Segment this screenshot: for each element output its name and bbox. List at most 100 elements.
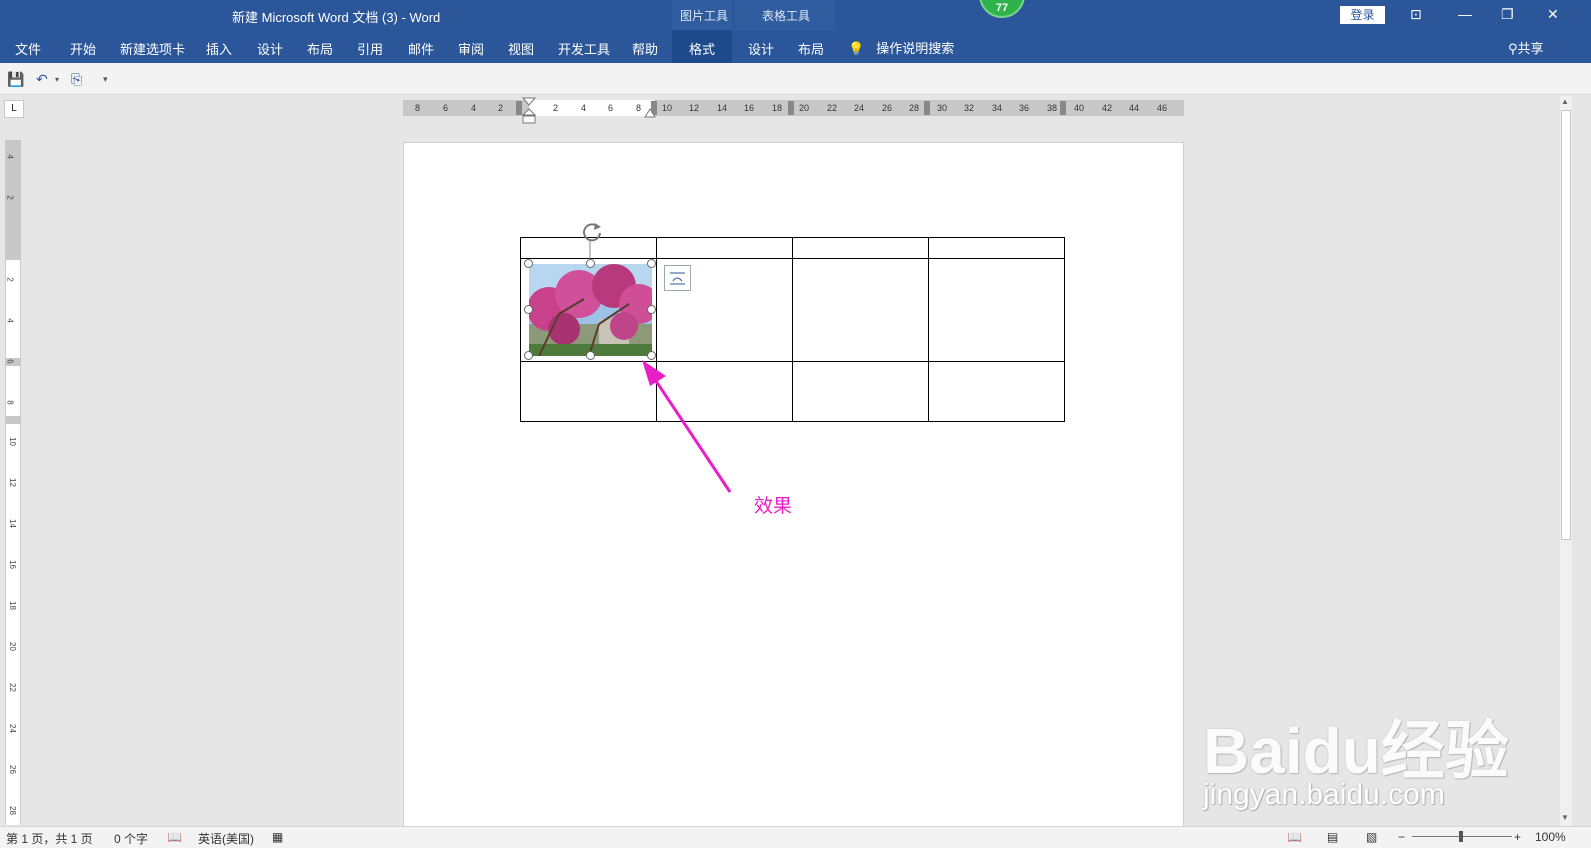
tab-table-design[interactable]: 设计	[748, 39, 774, 58]
selected-picture[interactable]	[529, 264, 652, 356]
table-cell[interactable]	[928, 237, 1065, 259]
tell-me-search[interactable]: 💡 操作说明搜索	[848, 38, 954, 57]
tab-insert[interactable]: 插入	[206, 39, 232, 58]
picture-tools-group: 图片工具	[672, 0, 732, 30]
h-ruler-label: 2	[498, 103, 504, 113]
window-title: 新建 Microsoft Word 文档 (3) - Word	[232, 10, 441, 25]
h-ruler-label: 8	[415, 103, 421, 113]
column-marker[interactable]	[788, 101, 794, 115]
v-ruler-label: 6	[5, 359, 15, 364]
v-ruler-label: 8	[5, 400, 15, 405]
tab-table-layout[interactable]: 布局	[798, 39, 824, 58]
v-ruler-label: 24	[7, 724, 17, 733]
share-label: 共享	[1517, 41, 1544, 56]
undo-icon[interactable]: ↶	[36, 71, 48, 88]
v-ruler-label: 4	[5, 154, 15, 159]
tab-developer[interactable]: 开发工具	[558, 39, 610, 58]
h-ruler-label: 34	[992, 103, 1003, 113]
table-tools-label: 表格工具	[762, 9, 811, 23]
resize-handle[interactable]	[586, 259, 595, 268]
scrollbar-thumb[interactable]	[1561, 110, 1571, 540]
resize-handle[interactable]	[524, 259, 533, 268]
undo-dropdown-icon[interactable]: ▾	[55, 75, 59, 84]
h-ruler-label: 36	[1019, 103, 1030, 113]
share-button[interactable]: ⚲共享	[1508, 38, 1544, 57]
print-layout-icon[interactable]: ▤	[1327, 830, 1338, 844]
h-ruler-label: 14	[717, 103, 728, 113]
v-ruler-label: 18	[7, 601, 17, 610]
zoom-out-icon[interactable]: −	[1398, 830, 1405, 844]
tab-picture-format[interactable]: 格式	[672, 30, 732, 63]
close-icon[interactable]: ✕	[1547, 6, 1559, 23]
tab-new-tab[interactable]: 新建选项卡	[120, 39, 185, 58]
read-mode-icon[interactable]: 📖	[1287, 830, 1302, 844]
tab-layout[interactable]: 布局	[307, 39, 333, 58]
table-cell[interactable]	[792, 361, 929, 422]
tab-mailings[interactable]: 邮件	[408, 39, 434, 58]
h-ruler-label: 38	[1047, 103, 1058, 113]
table-cell[interactable]	[792, 237, 929, 259]
v-ruler-label: 16	[7, 560, 17, 569]
resize-handle[interactable]	[524, 351, 533, 360]
proofing-icon[interactable]: 📖	[167, 830, 182, 844]
h-ruler-label: 30	[937, 103, 948, 113]
table-cell[interactable]	[656, 237, 793, 259]
resize-handle[interactable]	[586, 351, 595, 360]
minimize-icon[interactable]: —	[1458, 6, 1472, 22]
tab-references[interactable]: 引用	[357, 39, 383, 58]
layout-options-button[interactable]	[664, 265, 691, 291]
zoom-in-icon[interactable]: +	[1514, 830, 1521, 844]
tab-file[interactable]: 文件	[15, 39, 41, 58]
zoom-level[interactable]: 100%	[1535, 830, 1566, 844]
resize-handle[interactable]	[647, 305, 656, 314]
ribbon-display-icon[interactable]: ⊡	[1410, 6, 1422, 23]
notification-badge[interactable]: 77	[979, 0, 1025, 18]
login-button[interactable]: 登录	[1340, 6, 1385, 24]
resize-handle[interactable]	[647, 259, 656, 268]
table-tools-group: 表格工具	[735, 0, 835, 30]
table-cell[interactable]	[928, 258, 1065, 362]
h-ruler-label: 6	[608, 103, 614, 113]
zoom-slider-thumb[interactable]	[1459, 831, 1463, 842]
tab-home[interactable]: 开始	[70, 39, 96, 58]
language-indicator[interactable]: 英语(美国)	[198, 830, 254, 847]
h-ruler-label: 4	[581, 103, 587, 113]
word-count[interactable]: 0 个字	[114, 830, 148, 847]
page-count[interactable]: 第 1 页，共 1 页	[6, 830, 93, 847]
v-ruler-label: 28	[7, 806, 17, 815]
h-ruler-label: 24	[854, 103, 865, 113]
column-marker[interactable]	[1060, 101, 1066, 115]
h-ruler-label: 18	[772, 103, 783, 113]
restore-icon[interactable]: ❐	[1501, 6, 1514, 23]
h-ruler-label: 32	[964, 103, 975, 113]
h-ruler-label: 40	[1074, 103, 1085, 113]
right-indent-marker[interactable]	[644, 108, 656, 118]
h-ruler-label: 10	[662, 103, 673, 113]
rotate-handle-icon[interactable]	[580, 219, 604, 243]
h-ruler-label: 42	[1102, 103, 1113, 113]
table-cell[interactable]	[520, 361, 657, 422]
tab-design[interactable]: 设计	[257, 39, 283, 58]
web-layout-icon[interactable]: ▧	[1366, 830, 1377, 844]
tab-view[interactable]: 视图	[508, 39, 534, 58]
table-cell[interactable]	[792, 258, 929, 362]
picture-tools-label: 图片工具	[680, 9, 729, 23]
customize-toolbar-icon[interactable]: ▾	[103, 74, 108, 85]
tab-review[interactable]: 审阅	[458, 39, 484, 58]
scroll-down-icon[interactable]: ▼	[1561, 813, 1569, 822]
save-icon[interactable]: 💾	[7, 71, 24, 88]
macro-icon[interactable]: ▦	[272, 830, 283, 844]
indent-marker[interactable]	[522, 97, 536, 125]
h-ruler-label: 6	[443, 103, 449, 113]
table-cell[interactable]	[928, 361, 1065, 422]
tab-selector[interactable]: L	[4, 100, 24, 118]
column-marker[interactable]	[924, 101, 930, 115]
scroll-up-icon[interactable]: ▲	[1561, 97, 1569, 106]
tab-help[interactable]: 帮助	[632, 39, 658, 58]
v-ruler-label: 22	[7, 683, 17, 692]
resize-handle[interactable]	[524, 305, 533, 314]
title-bar: 新建 Microsoft Word 文档 (3) - Word 图片工具 表格工…	[0, 0, 1591, 30]
format-painter-icon[interactable]: ⎘	[71, 71, 82, 88]
v-ruler-label: 14	[7, 519, 17, 528]
quick-access-toolbar: 💾 ↶ ▾ ⎘ ▾	[0, 63, 1591, 95]
